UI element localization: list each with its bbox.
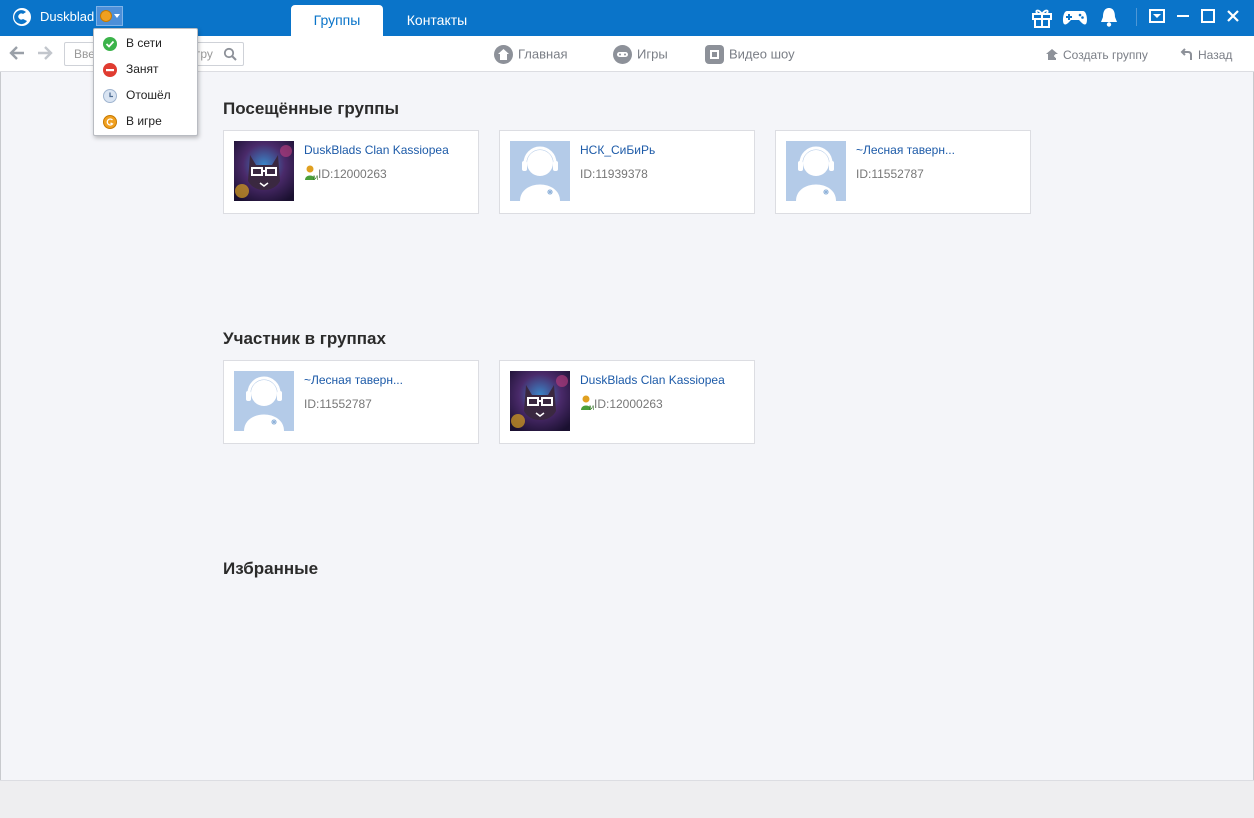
status-dropdown-menu: В сети Занят Отошёл В игре [93,28,198,136]
group-name[interactable]: ~Лесная таверн... [856,143,955,157]
nav-video-show[interactable]: Видео шоу [705,44,795,65]
section-title-member: Участник в группах [223,329,386,348]
nav-home[interactable]: Главная [494,44,568,65]
section-title-favorites: Избранные [223,559,319,578]
default-avatar-icon [786,141,846,201]
group-card[interactable]: ~Лесная таверн... ID:11552787 [223,360,479,444]
create-group-icon [1046,48,1058,60]
group-name[interactable]: DuskBlads Clan Kassiopea [580,373,725,387]
group-id: ID:11552787 [304,397,372,411]
group-card[interactable]: DuskBlads Clan Kassiopea M ID:12000263 [223,130,479,214]
bell-icon[interactable] [1097,6,1121,28]
create-group-label: Создать группу [1063,47,1148,62]
group-name[interactable]: ~Лесная таверн... [304,373,403,387]
home-icon [494,45,513,65]
owner-badge-icon: M [305,165,318,181]
group-name[interactable]: DuskBlads Clan Kassiopea [304,143,449,157]
nav-games-label: Игры [637,46,668,62]
in-game-status-icon [100,10,112,22]
search-placeholder: Вве [74,47,95,61]
group-id: ID:11552787 [856,167,924,181]
status-option-label: Занят [126,62,159,76]
status-option-label: Отошёл [126,88,171,102]
gift-icon[interactable] [1030,6,1054,28]
group-card[interactable]: DuskBlads Clan Kassiopea M ID:12000263 [499,360,755,444]
back-label: Назад [1198,47,1233,62]
search-icon[interactable] [223,47,237,61]
back-arrow-icon[interactable] [8,44,26,62]
gamepad-icon[interactable] [1061,6,1089,28]
default-avatar-icon [510,141,570,201]
owner-badge-icon: M [581,395,594,411]
status-option-label: В игре [126,114,162,128]
group-card[interactable]: НСК_СиБиРь ID:11939378 [499,130,755,214]
status-bar [0,780,1254,818]
window-border-left [0,72,1,780]
dropdown-menu-icon[interactable] [1149,8,1165,24]
minimize-icon[interactable] [1175,8,1191,24]
group-avatar-cat [510,371,570,431]
tab-groups[interactable]: Группы [291,5,383,36]
back-button[interactable]: Назад [1180,45,1232,63]
maximize-icon[interactable] [1200,8,1216,24]
gamepad-icon [613,45,632,65]
busy-icon [103,63,117,77]
in-game-icon [103,115,117,129]
group-id: ID:12000263 [594,397,663,411]
status-option-busy[interactable]: Занят [94,57,197,81]
chevron-down-icon [114,14,120,18]
nav-games[interactable]: Игры [613,44,668,65]
film-icon [705,45,724,65]
online-icon [103,37,117,51]
tab-contacts[interactable]: Контакты [392,5,482,36]
group-name[interactable]: НСК_СиБиРь [580,143,655,157]
forward-arrow-icon[interactable] [36,44,54,62]
group-card[interactable]: ~Лесная таверн... ID:11552787 [775,130,1031,214]
nav-home-label: Главная [518,46,568,62]
nav-video-show-label: Видео шоу [729,46,795,62]
away-icon [103,89,117,103]
group-avatar-cat [234,141,294,201]
create-group-button[interactable]: Создать группу [1045,45,1148,63]
return-icon [1180,48,1192,60]
toolbar-divider [1136,8,1137,26]
section-title-visited: Посещённые группы [223,99,400,118]
status-option-away[interactable]: Отошёл [94,83,197,107]
status-option-online[interactable]: В сети [94,31,197,55]
close-icon[interactable] [1225,8,1241,24]
status-option-label: В сети [126,36,162,50]
status-selector-button[interactable] [96,6,123,26]
search-placeholder-tail: гру [196,47,213,61]
status-option-in-game[interactable]: В игре [94,109,197,133]
group-id: ID:12000263 [318,167,387,181]
group-id: ID:11939378 [580,167,648,181]
app-logo-icon[interactable] [12,7,32,27]
username[interactable]: Duskblad [40,9,94,24]
default-avatar-icon [234,371,294,431]
